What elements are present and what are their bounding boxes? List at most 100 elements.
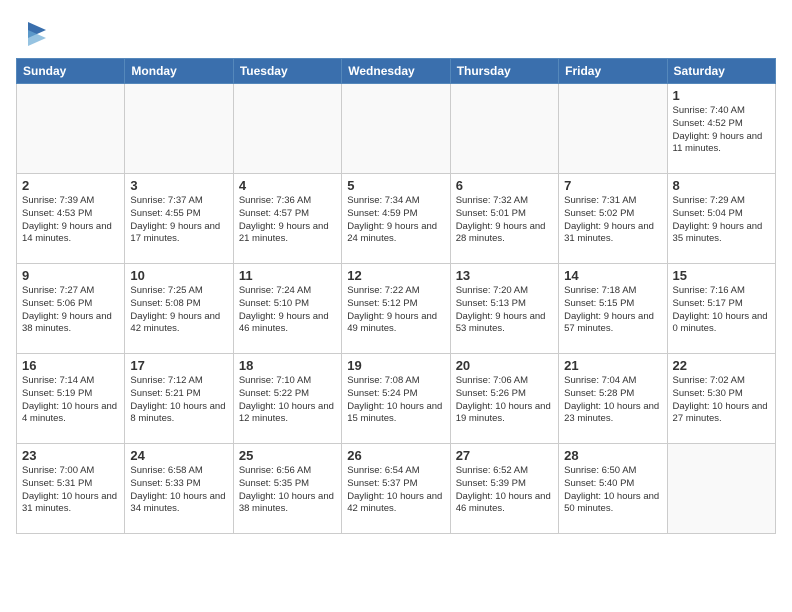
day-info: Sunrise: 7:14 AM Sunset: 5:19 PM Dayligh… [22,375,119,426]
calendar-cell: 9 Sunrise: 7:27 AM Sunset: 5:06 PM Daylig… [17,264,125,354]
day-number: 6 [456,178,553,193]
day-info: Sunrise: 7:36 AM Sunset: 4:57 PM Dayligh… [239,195,336,246]
day-info: Sunrise: 6:54 AM Sunset: 5:37 PM Dayligh… [347,465,444,516]
calendar-cell: 5 Sunrise: 7:34 AM Sunset: 4:59 PM Daylig… [342,174,450,264]
day-number: 1 [673,88,770,103]
week-row-1: 1 Sunrise: 7:40 AM Sunset: 4:52 PM Daylig… [17,84,776,174]
day-info: Sunrise: 7:31 AM Sunset: 5:02 PM Dayligh… [564,195,661,246]
day-header-monday: Monday [125,59,233,84]
day-header-thursday: Thursday [450,59,558,84]
calendar-cell: 11 Sunrise: 7:24 AM Sunset: 5:10 PM Dayli… [233,264,341,354]
calendar-cell: 17Sunrise: 7:12 AM Sunset: 5:21 PM Dayli… [125,354,233,444]
day-number: 22 [673,358,770,373]
week-row-3: 9 Sunrise: 7:27 AM Sunset: 5:06 PM Daylig… [17,264,776,354]
day-number: 7 [564,178,661,193]
calendar-cell: 26 Sunrise: 6:54 AM Sunset: 5:37 PM Dayli… [342,444,450,534]
day-number: 16 [22,358,119,373]
calendar-cell: 27 Sunrise: 6:52 AM Sunset: 5:39 PM Dayli… [450,444,558,534]
calendar-header-row: SundayMondayTuesdayWednesdayThursdayFrid… [17,59,776,84]
day-info: Sunrise: 7:29 AM Sunset: 5:04 PM Dayligh… [673,195,770,246]
day-info: Sunrise: 7:39 AM Sunset: 4:53 PM Dayligh… [22,195,119,246]
calendar-cell [450,84,558,174]
calendar-cell [125,84,233,174]
calendar-cell: 21 Sunrise: 7:04 AM Sunset: 5:28 PM Dayli… [559,354,667,444]
calendar-cell: 6Sunrise: 7:32 AM Sunset: 5:01 PM Daylig… [450,174,558,264]
calendar: SundayMondayTuesdayWednesdayThursdayFrid… [16,58,776,534]
calendar-cell: 14 Sunrise: 7:18 AM Sunset: 5:15 PM Dayli… [559,264,667,354]
day-number: 5 [347,178,444,193]
day-number: 14 [564,268,661,283]
calendar-cell: 20Sunrise: 7:06 AM Sunset: 5:26 PM Dayli… [450,354,558,444]
calendar-cell [559,84,667,174]
day-number: 9 [22,268,119,283]
calendar-cell: 24 Sunrise: 6:58 AM Sunset: 5:33 PM Dayli… [125,444,233,534]
calendar-cell: 19 Sunrise: 7:08 AM Sunset: 5:24 PM Dayli… [342,354,450,444]
day-number: 27 [456,448,553,463]
calendar-cell [17,84,125,174]
calendar-cell: 28 Sunrise: 6:50 AM Sunset: 5:40 PM Dayli… [559,444,667,534]
day-info: Sunrise: 7:34 AM Sunset: 4:59 PM Dayligh… [347,195,444,246]
day-number: 23 [22,448,119,463]
page-header [16,16,776,50]
calendar-cell: 22 Sunrise: 7:02 AM Sunset: 5:30 PM Dayli… [667,354,775,444]
day-info: Sunrise: 7:20 AM Sunset: 5:13 PM Dayligh… [456,285,553,336]
day-info: Sunrise: 7:06 AM Sunset: 5:26 PM Dayligh… [456,375,553,426]
day-info: Sunrise: 6:52 AM Sunset: 5:39 PM Dayligh… [456,465,553,516]
day-header-tuesday: Tuesday [233,59,341,84]
calendar-cell: 23 Sunrise: 7:00 AM Sunset: 5:31 PM Dayli… [17,444,125,534]
day-number: 8 [673,178,770,193]
day-info: Sunrise: 7:16 AM Sunset: 5:17 PM Dayligh… [673,285,770,336]
day-number: 28 [564,448,661,463]
calendar-cell: 7 Sunrise: 7:31 AM Sunset: 5:02 PM Daylig… [559,174,667,264]
day-info: Sunrise: 7:08 AM Sunset: 5:24 PM Dayligh… [347,375,444,426]
day-info: Sunrise: 7:22 AM Sunset: 5:12 PM Dayligh… [347,285,444,336]
day-number: 26 [347,448,444,463]
day-info: Sunrise: 7:37 AM Sunset: 4:55 PM Dayligh… [130,195,227,246]
day-info: Sunrise: 7:25 AM Sunset: 5:08 PM Dayligh… [130,285,227,336]
day-header-wednesday: Wednesday [342,59,450,84]
day-header-sunday: Sunday [17,59,125,84]
day-info: Sunrise: 7:18 AM Sunset: 5:15 PM Dayligh… [564,285,661,336]
day-number: 21 [564,358,661,373]
day-info: Sunrise: 7:24 AM Sunset: 5:10 PM Dayligh… [239,285,336,336]
day-number: 3 [130,178,227,193]
day-number: 10 [130,268,227,283]
day-info: Sunrise: 7:02 AM Sunset: 5:30 PM Dayligh… [673,375,770,426]
day-info: Sunrise: 7:12 AM Sunset: 5:21 PM Dayligh… [130,375,227,426]
calendar-cell [342,84,450,174]
calendar-cell: 8 Sunrise: 7:29 AM Sunset: 5:04 PM Daylig… [667,174,775,264]
calendar-cell: 18 Sunrise: 7:10 AM Sunset: 5:22 PM Dayli… [233,354,341,444]
week-row-4: 16 Sunrise: 7:14 AM Sunset: 5:19 PM Dayli… [17,354,776,444]
day-number: 11 [239,268,336,283]
calendar-cell [667,444,775,534]
logo [16,16,52,50]
day-number: 4 [239,178,336,193]
day-info: Sunrise: 7:27 AM Sunset: 5:06 PM Dayligh… [22,285,119,336]
calendar-cell: 4 Sunrise: 7:36 AM Sunset: 4:57 PM Daylig… [233,174,341,264]
day-info: Sunrise: 6:58 AM Sunset: 5:33 PM Dayligh… [130,465,227,516]
calendar-cell: 15 Sunrise: 7:16 AM Sunset: 5:17 PM Dayli… [667,264,775,354]
calendar-cell: 10 Sunrise: 7:25 AM Sunset: 5:08 PM Dayli… [125,264,233,354]
day-header-friday: Friday [559,59,667,84]
day-info: Sunrise: 7:10 AM Sunset: 5:22 PM Dayligh… [239,375,336,426]
calendar-cell: 13 Sunrise: 7:20 AM Sunset: 5:13 PM Dayli… [450,264,558,354]
day-number: 19 [347,358,444,373]
calendar-cell: 16 Sunrise: 7:14 AM Sunset: 5:19 PM Dayli… [17,354,125,444]
day-number: 12 [347,268,444,283]
day-info: Sunrise: 7:40 AM Sunset: 4:52 PM Dayligh… [673,105,770,156]
day-info: Sunrise: 7:00 AM Sunset: 5:31 PM Dayligh… [22,465,119,516]
calendar-cell: 25Sunrise: 6:56 AM Sunset: 5:35 PM Dayli… [233,444,341,534]
calendar-cell: 3 Sunrise: 7:37 AM Sunset: 4:55 PM Daylig… [125,174,233,264]
day-number: 24 [130,448,227,463]
logo-icon [18,16,52,50]
calendar-cell: 12 Sunrise: 7:22 AM Sunset: 5:12 PM Dayli… [342,264,450,354]
day-header-saturday: Saturday [667,59,775,84]
day-info: Sunrise: 6:50 AM Sunset: 5:40 PM Dayligh… [564,465,661,516]
day-info: Sunrise: 6:56 AM Sunset: 5:35 PM Dayligh… [239,465,336,516]
day-number: 15 [673,268,770,283]
calendar-cell: 1 Sunrise: 7:40 AM Sunset: 4:52 PM Daylig… [667,84,775,174]
day-number: 2 [22,178,119,193]
day-info: Sunrise: 7:04 AM Sunset: 5:28 PM Dayligh… [564,375,661,426]
day-number: 13 [456,268,553,283]
day-number: 18 [239,358,336,373]
